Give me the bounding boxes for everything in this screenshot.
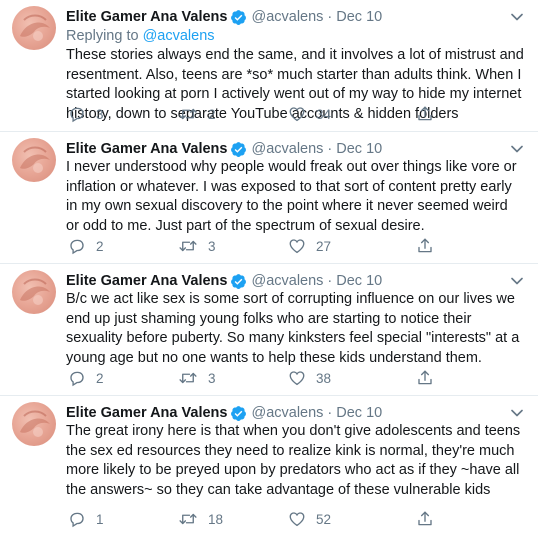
display-name[interactable]: Elite Gamer Ana Valens [66, 141, 227, 157]
display-name[interactable]: Elite Gamer Ana Valens [66, 9, 227, 25]
verified-badge-icon [230, 273, 247, 290]
avatar[interactable] [12, 6, 56, 50]
tweet-text: The great irony here is that when you do… [66, 423, 521, 498]
user-handle[interactable]: @acvalens [251, 141, 323, 157]
tweet-actions: 1 18 52 [68, 510, 434, 528]
replying-to-link[interactable]: @acvalens [143, 28, 215, 44]
retweet-count: 3 [208, 238, 216, 254]
avatar-image [20, 146, 50, 173]
retweet-count: 3 [208, 370, 216, 386]
avatar-image [20, 278, 50, 305]
verified-badge-icon [230, 405, 247, 422]
share-icon [416, 369, 434, 387]
avatar[interactable] [12, 138, 56, 182]
user-handle[interactable]: @acvalens [251, 9, 323, 25]
separator-dot: · [327, 273, 333, 289]
reply-icon [68, 237, 86, 255]
tweet-header: Elite Gamer Ana Valens @acvalens · Dec 1… [66, 8, 524, 26]
retweet-button[interactable]: 2 [178, 105, 288, 123]
tweet-date[interactable]: Dec 10 [336, 141, 382, 157]
share-button[interactable] [416, 369, 434, 387]
like-button[interactable]: 52 [288, 510, 416, 528]
retweet-count: 2 [208, 106, 216, 122]
replying-to: Replying to @acvalens [66, 27, 524, 46]
avatar-image [20, 410, 50, 437]
tweet-actions: 3 2 34 [68, 105, 434, 123]
avatar[interactable] [12, 270, 56, 314]
separator-dot: · [327, 405, 333, 421]
avatar[interactable] [12, 402, 56, 446]
like-count: 27 [316, 238, 332, 254]
reply-button[interactable]: 2 [68, 237, 178, 255]
like-icon [288, 105, 306, 123]
chevron-down-icon[interactable] [510, 142, 524, 156]
display-name[interactable]: Elite Gamer Ana Valens [66, 273, 227, 289]
chevron-down-icon[interactable] [510, 406, 524, 420]
retweet-icon [178, 105, 198, 123]
like-button[interactable]: 27 [288, 237, 416, 255]
reply-icon [68, 510, 86, 528]
like-count: 38 [316, 370, 332, 386]
retweet-icon [178, 369, 198, 387]
like-icon [288, 510, 306, 528]
tweet-body: Elite Gamer Ana Valens @acvalens · Dec 1… [66, 272, 524, 368]
like-icon [288, 369, 306, 387]
reply-count: 3 [96, 106, 104, 122]
share-icon [416, 237, 434, 255]
chevron-down-icon[interactable] [510, 10, 524, 24]
tweet-body: Elite Gamer Ana Valens @acvalens · Dec 1… [66, 140, 524, 236]
reply-count: 1 [96, 511, 104, 527]
tweet-actions: 2 3 27 [68, 237, 434, 255]
tweet[interactable]: Elite Gamer Ana Valens @acvalens · Dec 1… [0, 0, 538, 132]
retweet-button[interactable]: 3 [178, 237, 288, 255]
user-handle[interactable]: @acvalens [251, 273, 323, 289]
like-button[interactable]: 38 [288, 369, 416, 387]
retweet-icon [178, 510, 198, 528]
share-button[interactable] [416, 510, 434, 528]
tweet[interactable]: Elite Gamer Ana Valens @acvalens · Dec 1… [0, 264, 538, 396]
share-button[interactable] [416, 105, 434, 123]
replying-to-label: Replying to [66, 28, 143, 44]
tweet-text: I never understood why people would frea… [66, 159, 517, 234]
tweet-date[interactable]: Dec 10 [336, 9, 382, 25]
verified-badge-icon [230, 141, 247, 158]
verified-badge-icon [230, 9, 247, 26]
tweet-actions: 2 3 38 [68, 369, 434, 387]
separator-dot: · [327, 9, 333, 25]
retweet-count: 18 [208, 511, 224, 527]
separator-dot: · [327, 141, 333, 157]
reply-icon [68, 105, 86, 123]
reply-icon [68, 369, 86, 387]
like-icon [288, 237, 306, 255]
tweet[interactable]: Elite Gamer Ana Valens @acvalens · Dec 1… [0, 396, 538, 536]
tweet-date[interactable]: Dec 10 [336, 405, 382, 421]
share-icon [416, 105, 434, 123]
thread-timeline: Elite Gamer Ana Valens @acvalens · Dec 1… [0, 0, 538, 536]
tweet-header: Elite Gamer Ana Valens @acvalens · Dec 1… [66, 140, 524, 158]
reply-count: 2 [96, 238, 104, 254]
retweet-button[interactable]: 3 [178, 369, 288, 387]
like-count: 34 [316, 106, 332, 122]
retweet-button[interactable]: 18 [178, 510, 288, 528]
tweet-date[interactable]: Dec 10 [336, 273, 382, 289]
avatar-image [20, 14, 50, 41]
like-button[interactable]: 34 [288, 105, 416, 123]
tweet-body: Elite Gamer Ana Valens @acvalens · Dec 1… [66, 404, 524, 500]
reply-button[interactable]: 1 [68, 510, 178, 528]
tweet[interactable]: Elite Gamer Ana Valens @acvalens · Dec 1… [0, 132, 538, 264]
reply-button[interactable]: 2 [68, 369, 178, 387]
reply-button[interactable]: 3 [68, 105, 178, 123]
retweet-icon [178, 237, 198, 255]
user-handle[interactable]: @acvalens [251, 405, 323, 421]
share-button[interactable] [416, 237, 434, 255]
tweet-header: Elite Gamer Ana Valens @acvalens · Dec 1… [66, 272, 524, 290]
share-icon [416, 510, 434, 528]
like-count: 52 [316, 511, 332, 527]
tweet-header: Elite Gamer Ana Valens @acvalens · Dec 1… [66, 404, 524, 422]
display-name[interactable]: Elite Gamer Ana Valens [66, 405, 227, 421]
tweet-text: B/c we act like sex is some sort of corr… [66, 291, 520, 366]
chevron-down-icon[interactable] [510, 274, 524, 288]
reply-count: 2 [96, 370, 104, 386]
